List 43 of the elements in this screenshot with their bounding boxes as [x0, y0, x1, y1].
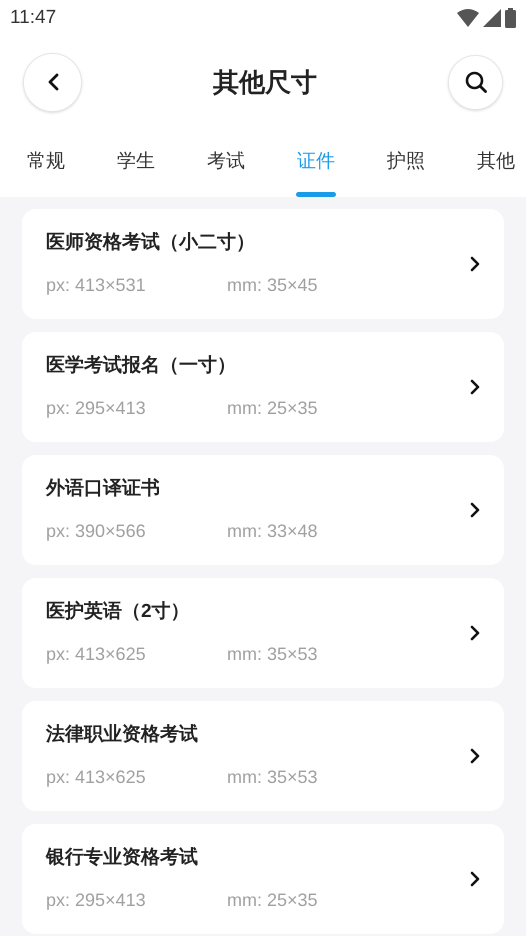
category-tab[interactable]: 其他	[451, 128, 526, 197]
category-tab[interactable]: 学生	[91, 128, 181, 197]
mm-size: mm: 35×53	[227, 766, 318, 789]
status-time: 11:47	[10, 6, 56, 30]
pixel-size: px: 413×625	[46, 642, 147, 666]
pixel-size: px: 413×625	[46, 766, 147, 789]
size-title: 法律职业资格考试	[46, 723, 199, 748]
size-card[interactable]: 医护英语（2寸） px: 413×625 mm: 35×53	[22, 578, 504, 688]
size-card[interactable]: 医学考试报名（一寸） px: 295×413 mm: 25×35	[22, 332, 504, 442]
category-tab[interactable]: 常规	[1, 128, 91, 197]
size-title: 外语口译证书	[46, 477, 161, 502]
battery-icon	[505, 8, 516, 28]
category-tab[interactable]: 护照	[361, 128, 451, 197]
mm-size: mm: 25×35	[227, 888, 318, 912]
chevron-right-icon	[470, 871, 480, 887]
pixel-size: px: 413×531	[46, 274, 147, 297]
size-card[interactable]: 银行专业资格考试 px: 295×413 mm: 25×35	[22, 824, 504, 934]
search-icon	[464, 70, 488, 94]
pixel-size: px: 295×413	[46, 888, 147, 912]
category-tab[interactable]: 考试	[181, 128, 271, 197]
signal-icon	[483, 9, 501, 27]
chevron-right-icon	[470, 502, 480, 518]
size-title: 医护英语（2寸）	[46, 600, 191, 624]
back-icon	[46, 73, 58, 91]
pixel-size: px: 390×566	[46, 520, 147, 543]
mm-size: mm: 25×35	[227, 396, 318, 420]
chevron-right-icon	[470, 256, 480, 272]
pixel-size: px: 295×413	[46, 396, 147, 420]
mm-size: mm: 35×45	[227, 274, 318, 297]
size-card[interactable]: 外语口译证书 px: 390×566 mm: 33×48	[22, 455, 504, 565]
size-title: 银行专业资格考试	[46, 846, 199, 870]
size-card[interactable]: 法律职业资格考试 px: 413×625 mm: 35×53	[22, 701, 504, 811]
page-title: 其他尺寸	[213, 66, 317, 98]
chevron-right-icon	[470, 625, 480, 641]
chevron-right-icon	[470, 379, 480, 395]
search-button[interactable]	[448, 54, 503, 110]
chevron-right-icon	[470, 748, 480, 764]
mm-size: mm: 33×48	[227, 520, 318, 543]
size-title: 医师资格考试（小二寸）	[46, 231, 256, 256]
mm-size: mm: 35×53	[227, 642, 318, 666]
size-card[interactable]: 医师资格考试（小二寸） px: 413×531 mm: 35×45	[22, 209, 504, 319]
size-title: 医学考试报名（一寸）	[46, 354, 237, 378]
wifi-icon	[457, 9, 479, 27]
